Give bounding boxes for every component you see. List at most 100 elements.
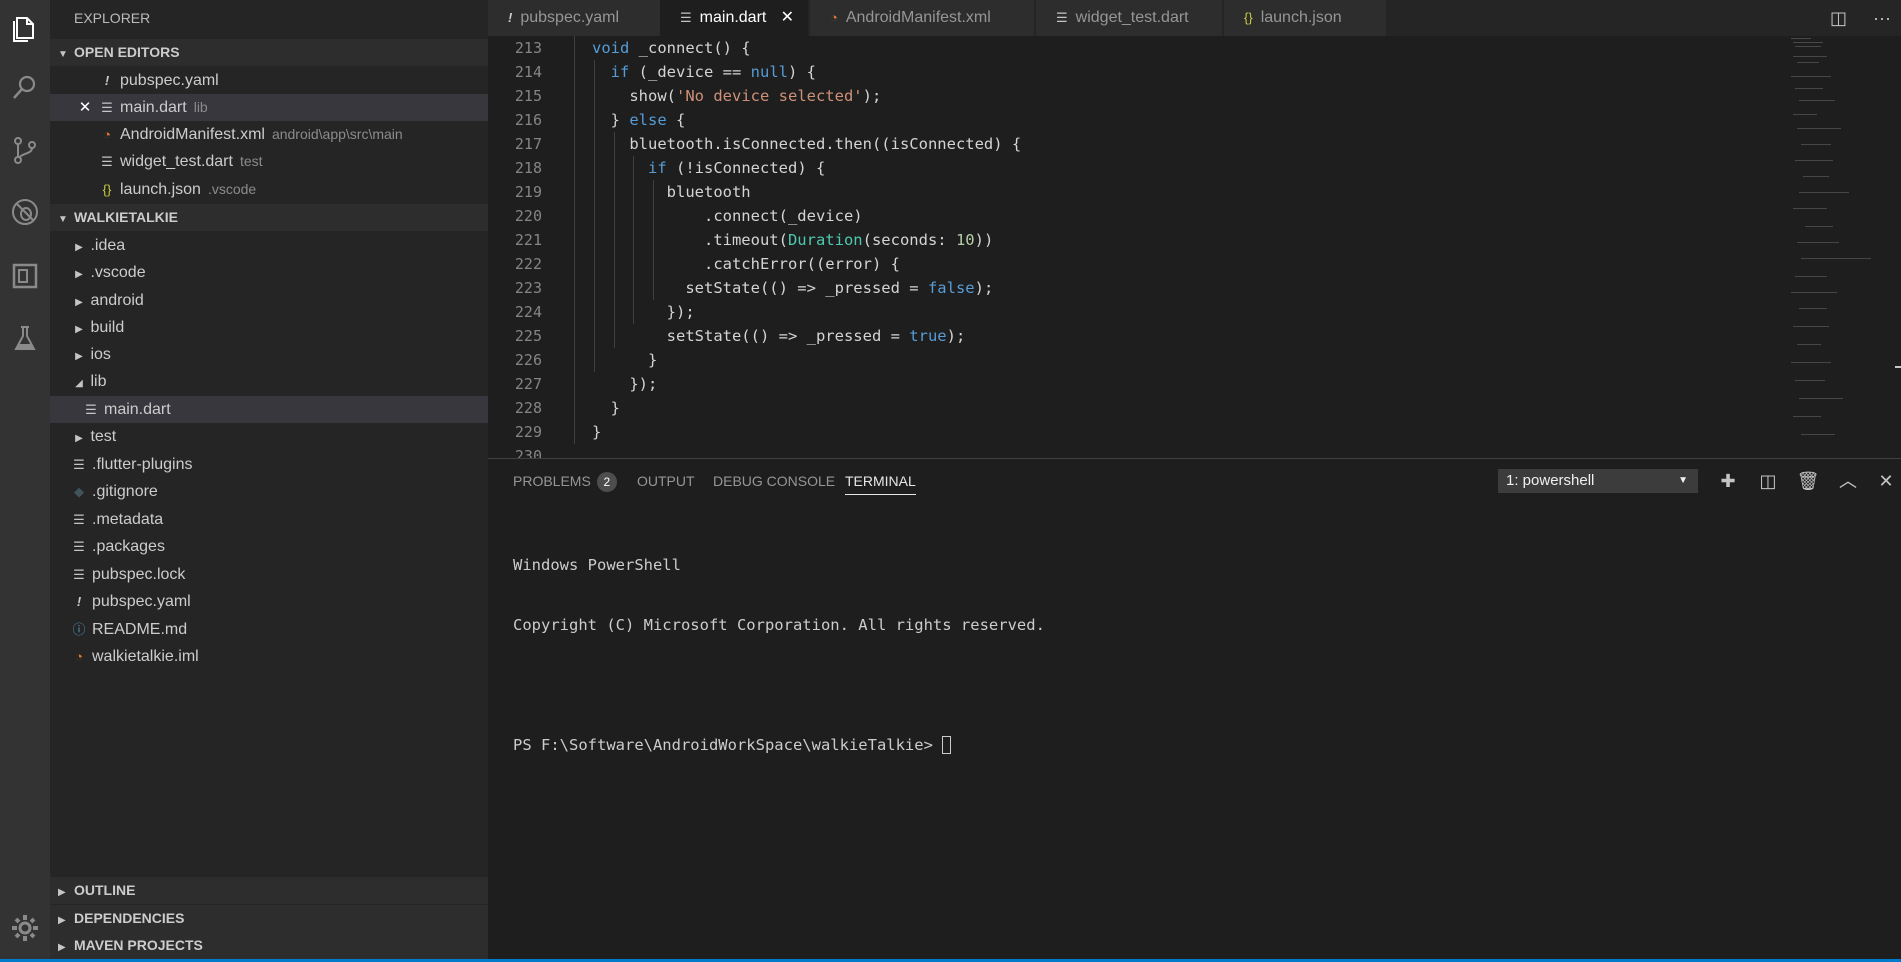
maven-projects-header[interactable]: ▶ MAVEN PROJECTS xyxy=(50,932,488,959)
explorer-sidebar: EXPLORER ▼ OPEN EDITORS ! pubspec.yaml ✕ ☰ m… xyxy=(50,0,488,962)
outline-header[interactable]: ▶ OUTLINE xyxy=(50,877,488,904)
tree-folder[interactable]: ▶ ios xyxy=(50,341,488,368)
terminal-selector[interactable]: 1: powershell ▼ xyxy=(1498,469,1698,493)
minimap-line xyxy=(1793,42,1823,43)
project-header[interactable]: ▼ WALKIETALKIE xyxy=(50,204,488,231)
lines-icon: ☰ xyxy=(73,567,85,582)
minimap-line xyxy=(1801,434,1835,435)
chevron-right-icon: ▶ xyxy=(75,324,83,335)
open-editor-item[interactable]: ! pubspec.yaml xyxy=(50,67,488,94)
chevron-down-icon: ◢ xyxy=(75,378,83,389)
code-line: }); xyxy=(592,303,695,321)
close-icon[interactable]: ✕ xyxy=(76,94,94,121)
open-editor-item[interactable]: {} launch.json .vscode xyxy=(50,176,488,203)
code-editor[interactable]: 213 214 215 216 217 218 219 220 221 222 … xyxy=(488,36,1901,458)
tree-folder[interactable]: ▶ .vscode xyxy=(50,259,488,286)
exclamation-icon: ! xyxy=(76,594,82,609)
tree-file[interactable]: ☰ pubspec.lock xyxy=(50,561,488,588)
split-editor-icon[interactable]: ◫ xyxy=(1830,8,1847,28)
terminal-cursor xyxy=(942,736,952,754)
minimap-line xyxy=(1797,128,1841,129)
line-number-gutter: 213 214 215 216 217 218 219 220 221 222 … xyxy=(514,39,542,458)
tree-file[interactable]: ⓘ README.md xyxy=(50,616,488,643)
tab-terminal[interactable]: TERMINAL xyxy=(845,459,916,503)
lines-icon: ☰ xyxy=(73,457,85,472)
source-control-icon[interactable] xyxy=(0,124,50,176)
close-panel-icon[interactable]: ✕ xyxy=(1872,467,1900,495)
minimap-line xyxy=(1801,258,1871,259)
code-line: bluetooth.isConnected.then((isConnected)… xyxy=(592,135,1022,153)
minimap-line xyxy=(1791,362,1831,363)
chevron-down-icon: ▼ xyxy=(58,49,68,60)
tree-file[interactable]: ◔ walkietalkie.iml xyxy=(50,643,488,670)
split-terminal-icon[interactable]: ◫ xyxy=(1754,467,1782,495)
tree-folder[interactable]: ▶ test xyxy=(50,423,488,450)
tab-widget-test[interactable]: ☰ widget_test.dart xyxy=(1036,0,1222,36)
lines-icon: ☰ xyxy=(73,512,85,527)
minimap-line xyxy=(1793,114,1817,115)
braces-icon: {} xyxy=(1244,10,1253,25)
minimap-line xyxy=(1799,100,1835,101)
more-actions-icon[interactable]: ··· xyxy=(1873,8,1891,28)
flask-icon[interactable] xyxy=(0,312,50,364)
git-icon: ◆ xyxy=(74,484,84,499)
terminal-output[interactable]: Windows PowerShell Copyright (C) Microso… xyxy=(513,515,1045,795)
open-editor-item[interactable]: ☰ widget_test.dart test xyxy=(50,148,488,175)
scrollbar-marker xyxy=(1895,366,1901,368)
tree-file[interactable]: ! pubspec.yaml xyxy=(50,588,488,615)
gear-icon[interactable] xyxy=(0,902,50,954)
chevron-right-icon: ▶ xyxy=(75,351,83,362)
trash-icon[interactable]: 🗑 xyxy=(1794,467,1822,495)
code-line: } else { xyxy=(592,111,686,129)
minimap[interactable] xyxy=(1781,36,1901,458)
code-line: void _connect() { xyxy=(592,39,751,57)
dependencies-header[interactable]: ▶ DEPENDENCIES xyxy=(50,905,488,932)
tab-main-dart[interactable]: ☰ main.dart ✕ xyxy=(660,0,808,36)
tab-debug-console[interactable]: DEBUG CONSOLE xyxy=(713,459,835,503)
tab-output[interactable]: OUTPUT xyxy=(637,459,695,503)
tab-problems[interactable]: PROBLEMS 2 xyxy=(513,459,617,503)
minimap-line xyxy=(1797,242,1839,243)
terminal-line: Windows PowerShell xyxy=(513,556,681,574)
minimap-line xyxy=(1797,344,1821,345)
tree-file[interactable]: ☰ .metadata xyxy=(50,506,488,533)
lines-icon: ☰ xyxy=(101,154,113,169)
minimap-line xyxy=(1803,176,1829,177)
new-terminal-icon[interactable]: ✚ xyxy=(1714,467,1742,495)
code-line: } xyxy=(592,351,658,369)
minimap-line xyxy=(1795,46,1821,47)
code-line: setState(() => _pressed = false); xyxy=(592,279,994,297)
tree-file[interactable]: ☰ .packages xyxy=(50,533,488,560)
minimap-line xyxy=(1805,226,1833,227)
chevron-up-icon[interactable]: ︿ xyxy=(1834,467,1862,495)
tree-folder[interactable]: ▶ android xyxy=(50,287,488,314)
tab-pubspec[interactable]: ! pubspec.yaml xyxy=(488,0,660,36)
minimap-line xyxy=(1799,192,1849,193)
minimap-line xyxy=(1797,62,1819,63)
close-icon[interactable]: ✕ xyxy=(781,0,794,36)
tab-android-manifest[interactable]: ◔ AndroidManifest.xml xyxy=(810,0,1034,36)
open-editor-item[interactable]: ✕ ☰ main.dart lib xyxy=(50,94,488,121)
tree-folder[interactable]: ▶ .idea xyxy=(50,232,488,259)
tree-folder[interactable]: ◢ lib xyxy=(50,368,488,395)
search-icon[interactable] xyxy=(0,62,50,114)
minimap-line xyxy=(1801,144,1831,145)
chevron-right-icon: ▶ xyxy=(58,887,66,898)
activity-bar xyxy=(0,0,50,962)
tree-folder[interactable]: ▶ build xyxy=(50,314,488,341)
open-editor-item[interactable]: ◔ AndroidManifest.xml android\app\src\main xyxy=(50,121,488,148)
tab-launch-json[interactable]: {} launch.json xyxy=(1224,0,1386,36)
debug-icon[interactable] xyxy=(0,186,50,238)
lines-icon: ☰ xyxy=(101,100,113,115)
tree-file[interactable]: ☰ main.dart xyxy=(50,396,488,423)
code-content[interactable]: void _connect() { if (_device == null) {… xyxy=(592,36,1692,458)
code-line: if (!isConnected) { xyxy=(648,159,826,177)
tree-file[interactable]: ◆ .gitignore xyxy=(50,478,488,505)
open-editors-header[interactable]: ▼ OPEN EDITORS xyxy=(50,39,488,66)
chevron-right-icon: ▶ xyxy=(75,433,83,444)
tree-file[interactable]: ☰ .flutter-plugins xyxy=(50,451,488,478)
explorer-icon[interactable] xyxy=(0,2,50,54)
extensions-icon[interactable] xyxy=(0,250,50,302)
